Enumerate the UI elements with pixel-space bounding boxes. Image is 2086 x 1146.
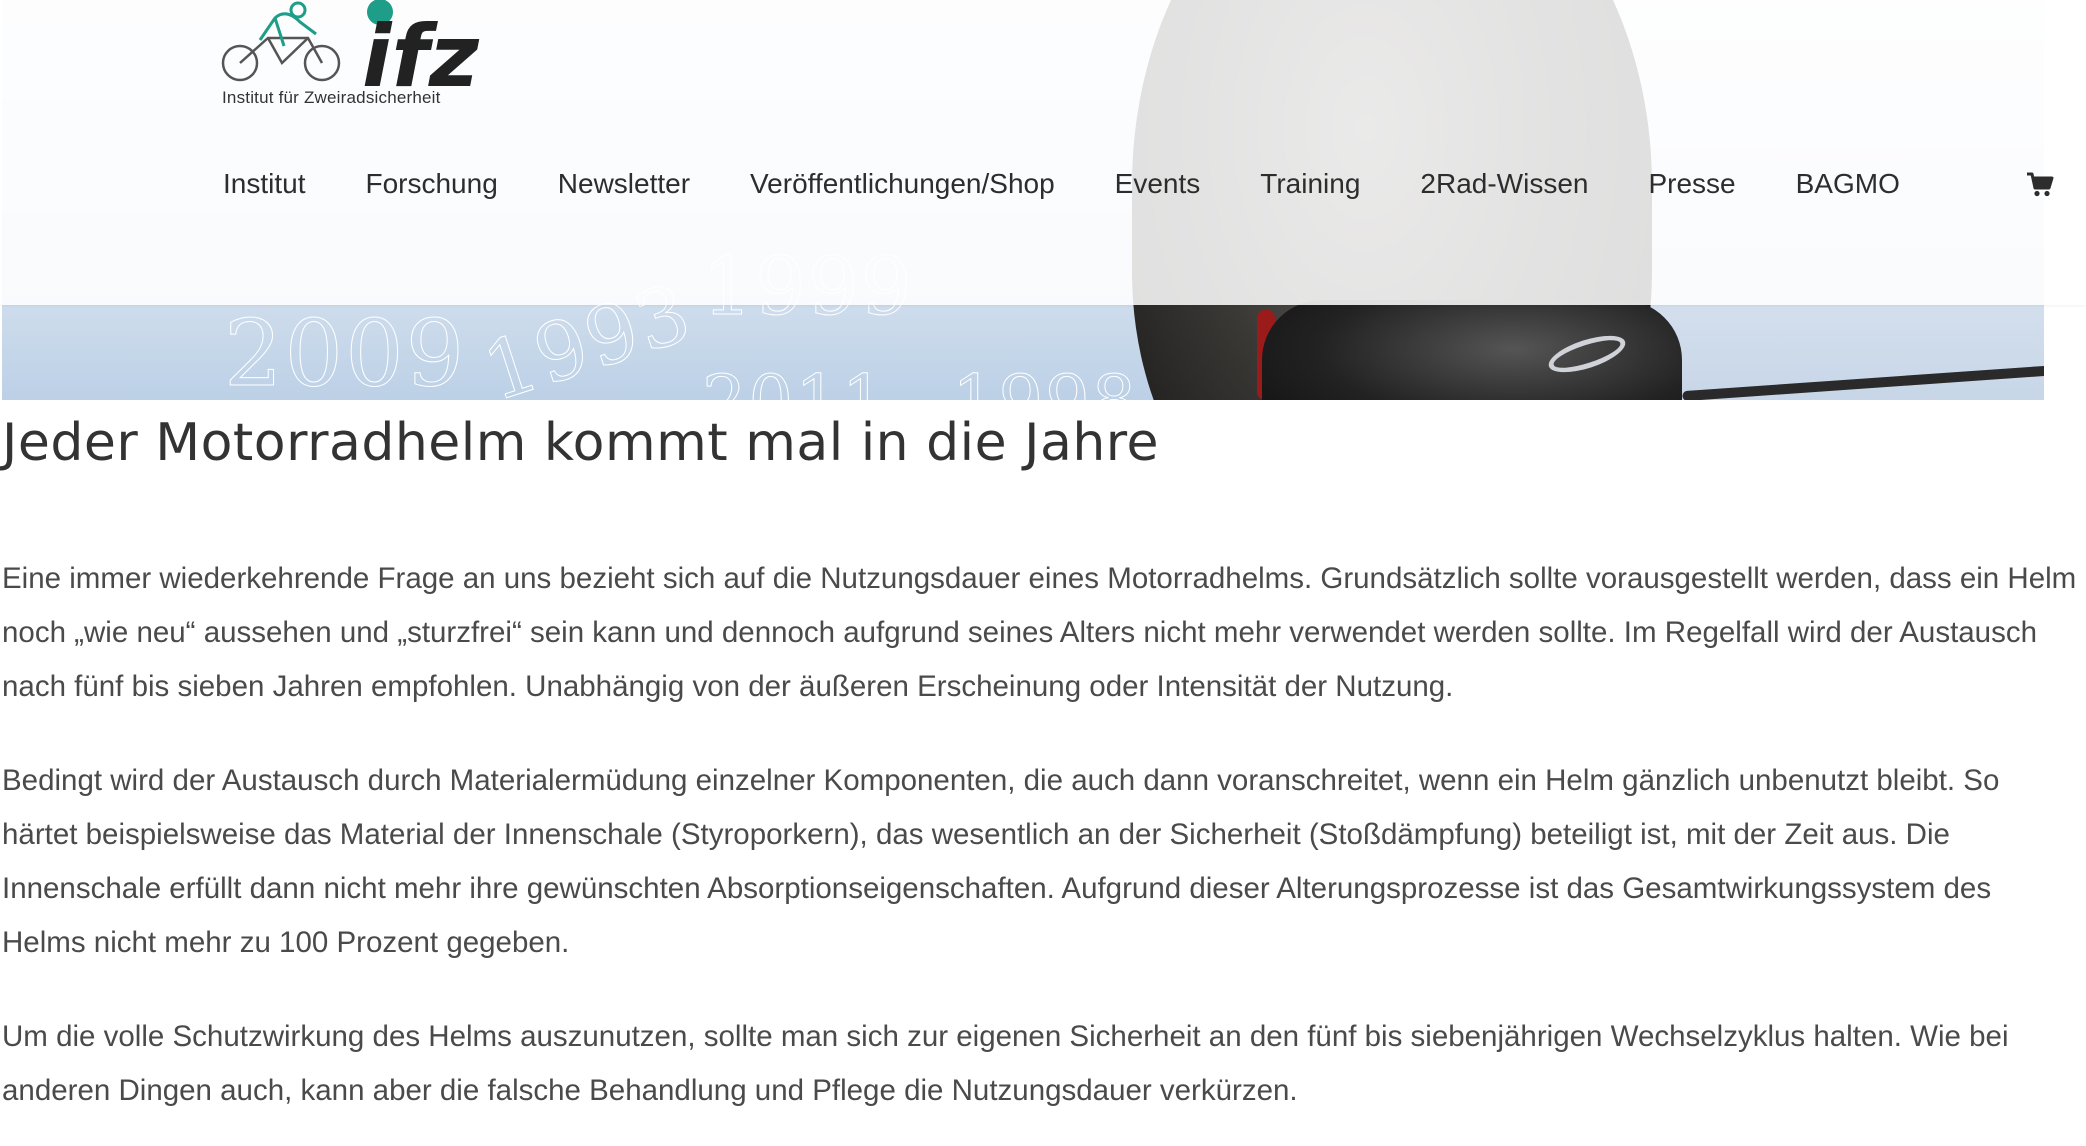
shopping-cart-icon[interactable] (2026, 170, 2054, 198)
svg-text:ifz: ifz (362, 7, 480, 92)
article: Jeder Motorradhelm kommt mal in die Jahr… (2, 408, 2082, 1146)
nav-item-2rad-wissen[interactable]: 2Rad-Wissen (1420, 168, 1588, 200)
ifz-logo-icon: ifz (221, 0, 480, 92)
nav-item-training[interactable]: Training (1260, 168, 1360, 200)
nav-item-institut[interactable]: Institut (223, 168, 305, 200)
article-title: Jeder Motorradhelm kommt mal in die Jahr… (2, 413, 1160, 473)
main-navigation: Institut Forschung Newsletter Veröffentl… (223, 164, 1960, 204)
article-paragraph-1: Eine immer wiederkehrende Frage an uns b… (2, 562, 2077, 703)
nav-item-events[interactable]: Events (1115, 168, 1201, 200)
nav-item-presse[interactable]: Presse (1648, 168, 1735, 200)
site-header: ifz Institut für Zweiradsicherheit Insti… (0, 0, 2086, 305)
cart-icon-graphic (2027, 172, 2054, 197)
nav-item-newsletter[interactable]: Newsletter (558, 168, 690, 200)
nav-item-bagmo[interactable]: BAGMO (1796, 168, 1900, 200)
logo-tagline: Institut für Zweiradsicherheit (222, 88, 441, 107)
hero-year-4: 2011 (701, 360, 888, 401)
nav-item-veroeffentlichungen-shop[interactable]: Veröffentlichungen/Shop (750, 168, 1055, 200)
nav-item-forschung[interactable]: Forschung (365, 168, 497, 200)
hero-year-5: 1998 (951, 360, 1138, 401)
site-logo[interactable]: ifz Institut für Zweiradsicherheit (220, 0, 500, 108)
hero-handlebar (1682, 364, 2044, 400)
hero-year-1: 2009 (223, 300, 467, 401)
article-paragraph-2: Bedingt wird der Austausch durch Materia… (2, 764, 2000, 959)
article-paragraph-3: Um die volle Schutzwirkung des Helms aus… (2, 1020, 2009, 1107)
